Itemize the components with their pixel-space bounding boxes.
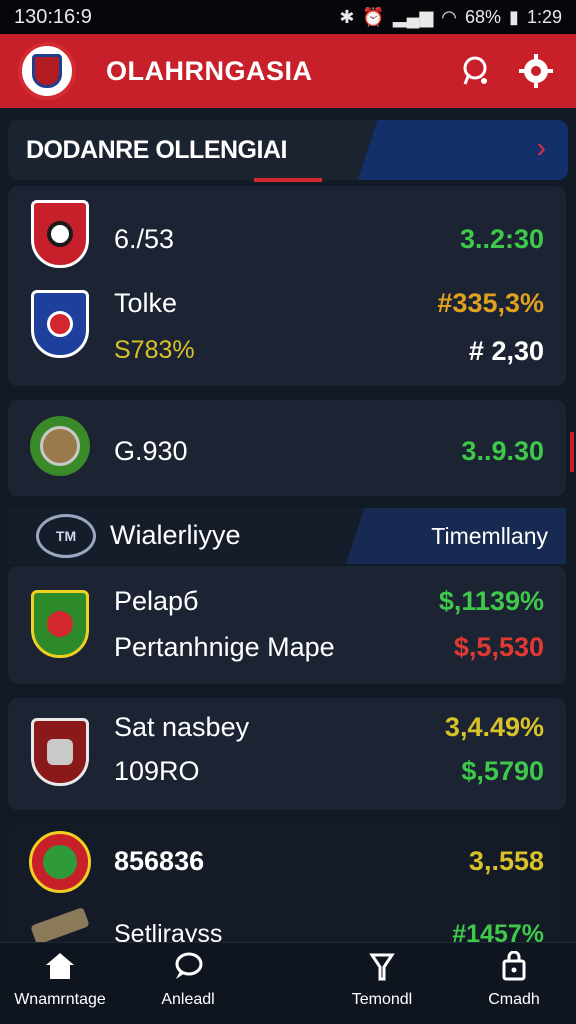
app-title: OLAHRNGASIA <box>106 55 313 86</box>
row-name: 6./53 <box>114 224 175 254</box>
row-name: G.930 <box>114 436 188 466</box>
match-card[interactable]: G.930 3..9.30 <box>8 400 566 496</box>
match-card[interactable]: Pelapб $,1139% Pertanhnige Mape $,5,530 <box>8 566 566 684</box>
row-name: 109RO <box>114 756 200 786</box>
row-sub-value: S783% <box>114 336 195 364</box>
section-banner[interactable]: DODANRE OLLENGIAI › <box>8 120 568 180</box>
microphone-icon <box>366 951 398 987</box>
nav-label: Cmadh <box>488 991 540 1008</box>
status-time: 130:16:9 <box>14 5 92 28</box>
group-title: Wialerliyye <box>110 520 241 550</box>
nav-home[interactable]: Wnamrntage <box>0 951 120 1019</box>
league-badge-icon: TM <box>36 514 96 558</box>
green-yellow-shield-icon <box>28 588 92 660</box>
app-header: OLAHRNGASIA <box>0 34 576 108</box>
status-bar: 130:16:9 ✱ ⏰ ▂▄▆ ◠ 68% ▮ 1:29 <box>0 0 576 34</box>
battery-percent: 68% <box>465 6 502 27</box>
row-name: Pelapб <box>114 586 199 616</box>
red-knight-shield-icon <box>28 716 92 788</box>
bottom-nav: Wnamrntage Anleadl Temondl Cmadh <box>0 942 576 1024</box>
signal-icon: ▂▄▆ <box>392 6 434 27</box>
row-name: Sat nasbey <box>114 712 250 742</box>
wifi-icon: ◠ <box>441 6 458 27</box>
row-name: 856836 <box>114 846 205 876</box>
row-value: $,5790 <box>461 756 544 786</box>
row-name: Tolke <box>114 288 178 318</box>
nav-bag[interactable]: Cmadh <box>454 950 574 1019</box>
row-value: 3..2:30 <box>459 224 544 254</box>
bluetooth-icon: ✱ <box>339 6 355 27</box>
section-title: DODANRE OLLENGIAI <box>26 136 287 164</box>
red-white-shield-icon <box>28 198 92 270</box>
chevron-right-icon[interactable]: › <box>537 132 546 164</box>
lock-bag-icon <box>498 950 530 987</box>
nav-label: Anleadl <box>161 991 215 1008</box>
row-value: $,5,530 <box>453 632 544 662</box>
nav-chat[interactable]: Anleadl <box>128 951 248 1019</box>
app-logo[interactable] <box>18 42 76 100</box>
row-value: $,1139% <box>438 586 544 616</box>
blue-red-shield-icon <box>28 288 92 360</box>
scrollbar[interactable] <box>570 432 574 472</box>
nav-label: Wnamrntage <box>14 991 106 1008</box>
status-icons: ✱ ⏰ ▂▄▆ ◠ 68% ▮ 1:29 <box>339 7 562 28</box>
settings-gear-icon[interactable] <box>514 49 558 93</box>
battery-icon: ▮ <box>509 6 519 27</box>
row-value-secondary: # 2,30 <box>468 336 544 366</box>
logo-shield-icon <box>32 54 62 88</box>
chat-bubble-icon <box>172 951 204 987</box>
status-clock-right: 1:29 <box>526 6 562 27</box>
alarm-icon: ⏰ <box>362 6 385 27</box>
match-card[interactable]: 6./53 3..2:30 Tolke S783% #335,3% # 2,30 <box>8 186 566 386</box>
row-value: 3,.558 <box>468 846 544 876</box>
round-green-red-crest-icon <box>28 826 92 898</box>
home-icon <box>44 951 76 987</box>
green-ball-badge-icon <box>28 410 92 482</box>
row-value: 3..9.30 <box>461 436 544 466</box>
crossed-arms-icon <box>28 906 92 946</box>
active-tab-indicator <box>254 178 322 182</box>
nav-label: Temondl <box>351 991 413 1008</box>
row-name: Pertanhnige Mape <box>114 632 335 662</box>
group-right-label[interactable]: Timemllany <box>431 523 548 550</box>
nav-mic[interactable]: Temondl <box>322 951 442 1019</box>
match-card[interactable]: 856836 3,.558 Setlirayss #1457% <box>8 822 566 952</box>
row-value: 3,4.49% <box>444 712 544 742</box>
match-card[interactable]: Sat nasbey 3,4.49% 109RO $,5790 <box>8 698 566 810</box>
group-header[interactable]: TM Wialerliyye Timemllany <box>8 508 566 564</box>
chat-icon[interactable] <box>452 49 496 93</box>
row-value: #335,3% <box>437 288 544 318</box>
